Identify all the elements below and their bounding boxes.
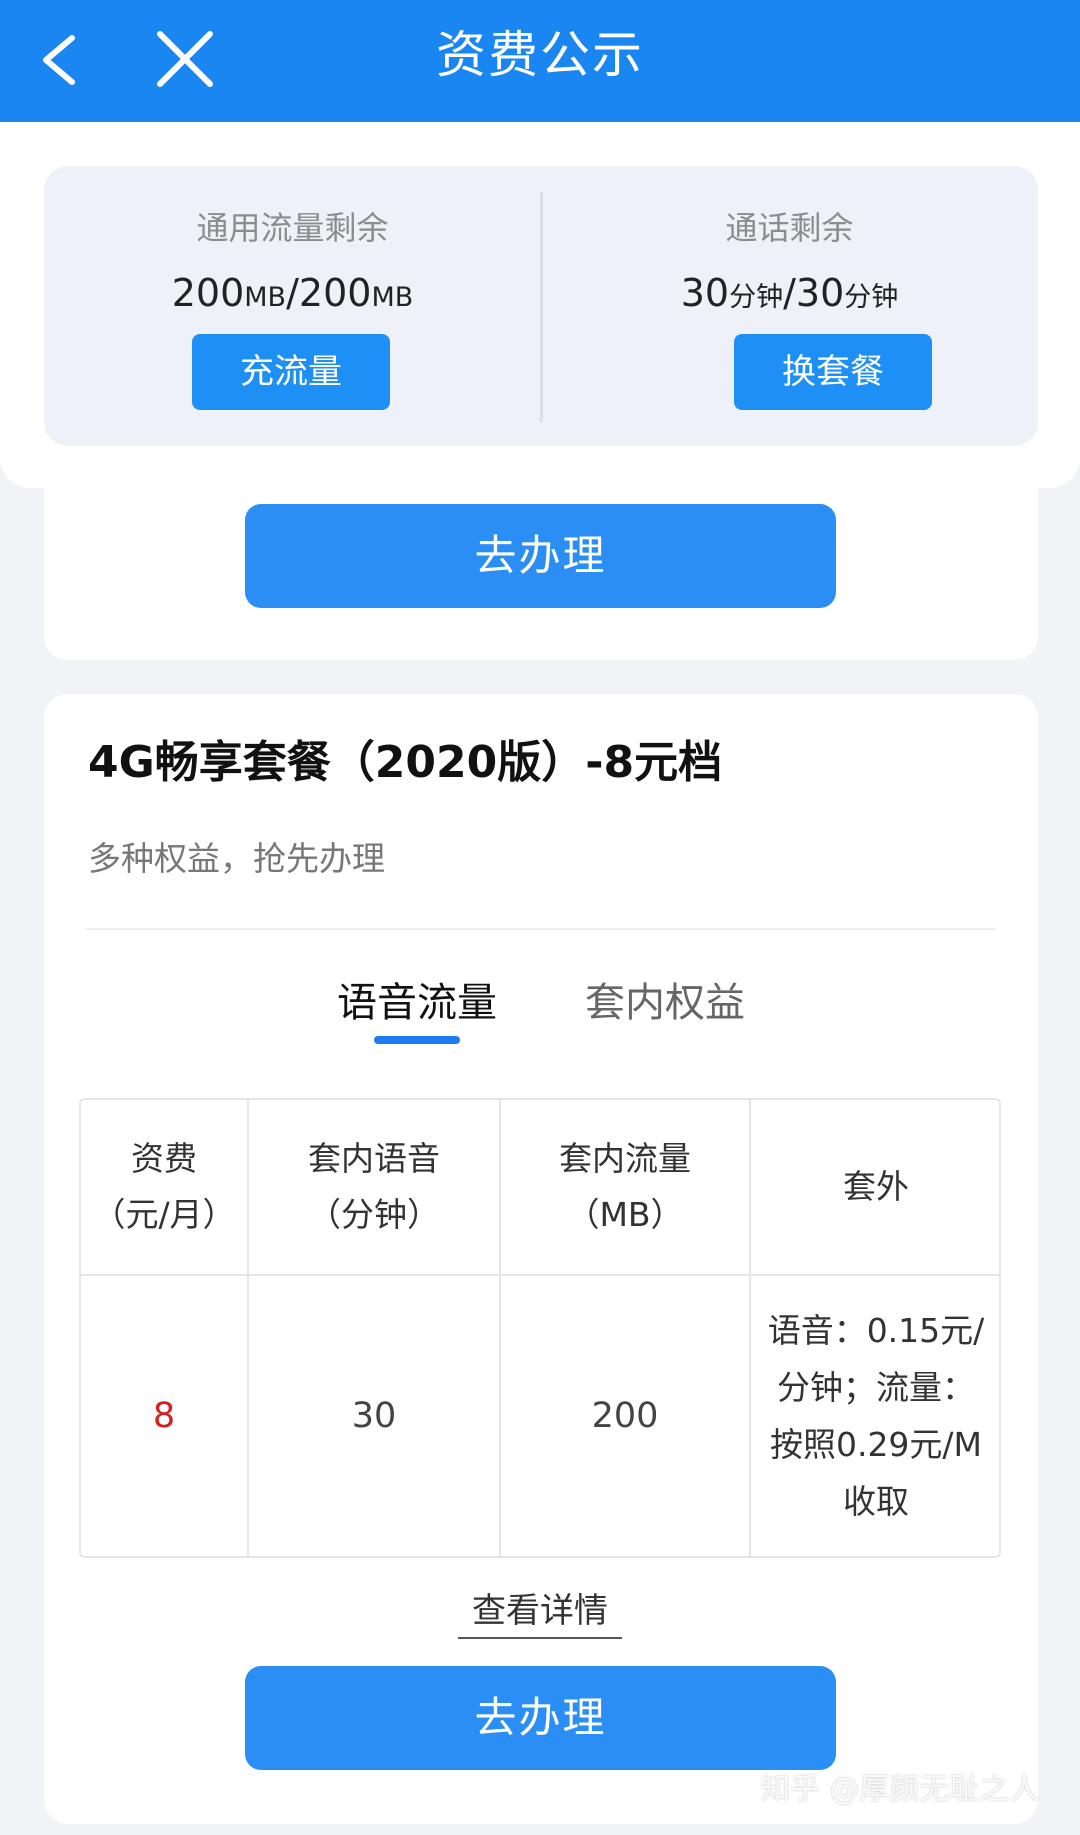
voice-usage-label: 通话剩余 [725, 209, 854, 247]
table-cell-price: 8 [81, 1276, 249, 1556]
usage-summary: 通用流量剩余 200MB/200MB 充流量 通话剩余 30分钟/30分钟 换套… [44, 166, 1038, 446]
voice-usage-value: 30分钟/30分钟 [680, 271, 899, 315]
view-details-link[interactable]: 查看详情 [458, 1585, 622, 1639]
plan-title: 4G畅享套餐（2020版）-8元档 [88, 737, 723, 788]
apply-button[interactable]: 去办理 [245, 1666, 836, 1770]
page-title: 资费公示 [436, 26, 644, 84]
table-header-cell: 套内流量 （MB） [501, 1100, 751, 1276]
active-tab-indicator [374, 1036, 460, 1044]
tariff-table: 资费 （元/月） 套内语音 （分钟） 套内流量 （MB） 套外 8 30 200 语音… [79, 1098, 1001, 1558]
tab-voice-data[interactable]: 语音流量 [337, 975, 497, 1031]
table-cell-data: 200 [501, 1276, 751, 1556]
plan-subtitle: 多种权益，抢先办理 [88, 839, 385, 878]
voice-usage: 通话剩余 30分钟/30分钟 换套餐 [541, 166, 1038, 446]
divider [86, 928, 996, 930]
data-usage-label: 通用流量剩余 [196, 209, 389, 247]
data-usage: 通用流量剩余 200MB/200MB 充流量 [44, 166, 541, 446]
tab-benefits[interactable]: 套内权益 [585, 975, 745, 1031]
apply-button[interactable]: 去办理 [245, 504, 836, 608]
change-plan-button[interactable]: 换套餐 [734, 334, 932, 410]
table-cell-voice: 30 [249, 1276, 501, 1556]
recharge-data-button[interactable]: 充流量 [192, 334, 390, 410]
table-cell-extra: 语音：0.15元/分钟；流量： 按照0.29元/M 收取 [767, 1311, 985, 1521]
table-header-cell: 资费 （元/月） [81, 1100, 249, 1276]
watermark: 知乎 @厚颜无耻之人 [760, 1772, 1040, 1807]
data-usage-value: 200MB/200MB [171, 271, 414, 315]
table-header-cell: 套内语音 （分钟） [249, 1100, 501, 1276]
top-bar: 资费公示 [0, 0, 1080, 122]
table-header-cell: 套外 [751, 1100, 999, 1276]
